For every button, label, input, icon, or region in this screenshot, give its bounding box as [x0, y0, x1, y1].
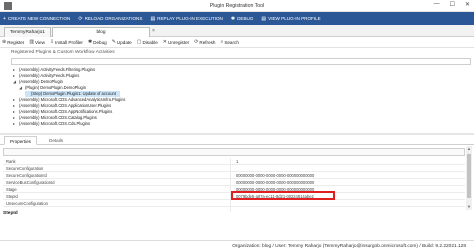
scroll-up-icon[interactable]: ▲: [466, 146, 472, 151]
window-title: Plugin Registration Tool: [209, 3, 265, 9]
maximize-icon[interactable]: ☐: [450, 1, 455, 8]
register-icon: ⊕: [2, 39, 7, 45]
refresh-icon: ⟳: [194, 39, 199, 45]
view-plugin-profile-button[interactable]: ▤ VIEW PLUG-IN PROFILE: [261, 16, 320, 22]
profile-icon: ▤: [261, 15, 267, 22]
bug-icon: ✱: [230, 15, 236, 22]
refresh-button[interactable]: ⟳ Refresh: [194, 39, 215, 45]
pane-splitter[interactable]: [0, 133, 474, 135]
property-row[interactable]: UnsecureConfiguration: [3, 200, 465, 207]
debug-button[interactable]: ✱ Debug: [88, 39, 107, 45]
create-new-connection-button[interactable]: + CREATE NEW CONNECTION: [3, 16, 70, 22]
scroll-thumb[interactable]: [467, 154, 471, 198]
command-bar: + CREATE NEW CONNECTION ⟳ RELOAD ORGANIZ…: [0, 12, 474, 25]
tree-filter-input[interactable]: [11, 58, 471, 65]
install-profiler-button[interactable]: ⇩ Install Profiler: [50, 39, 83, 45]
property-row[interactable]: Rank 1: [3, 158, 465, 165]
reload-organizations-button[interactable]: ⟳ RELOAD ORGANIZATIONS: [78, 16, 142, 22]
window-controls: — ☐ ✕: [434, 1, 470, 8]
update-button[interactable]: ✎ Update: [112, 39, 132, 45]
view-button[interactable]: ▥ View: [29, 39, 45, 45]
disable-button[interactable]: ▢ Disable: [137, 39, 158, 45]
collapse-icon[interactable]: ◢: [13, 79, 17, 85]
replay-plugin-execution-button[interactable]: ▤ REPLAY PLUG-IN EXECUTION: [150, 16, 222, 22]
refresh-icon: ⟳: [78, 15, 83, 22]
tab-properties[interactable]: Properties: [4, 136, 37, 145]
property-row[interactable]: SecureConfigurationId 00000000-0000-0000…: [3, 172, 465, 179]
tree-item[interactable]: ▸ (Assembly) Microsoft.CDS.Cds.Plugins: [13, 121, 90, 127]
unregister-button[interactable]: ✕ Unregister: [163, 39, 189, 45]
install-icon: ⇩: [49, 39, 55, 45]
property-row[interactable]: ServiceBusConfigurationId 00000000-0000-…: [3, 179, 465, 186]
collapse-icon[interactable]: ◢: [19, 85, 23, 91]
plugin-toolbar: ⊕ Register ▥ View ⇩ Install Profiler ✱ D…: [0, 37, 474, 48]
bug-icon: ✱: [87, 39, 93, 45]
tab-temmyraharjo1[interactable]: TemmyRaharjo1: [4, 27, 51, 37]
section-label: Registered Plugins & Custom Workflow Act…: [11, 50, 115, 55]
stepid-highlight-box: [231, 191, 335, 200]
expand-icon[interactable]: ▸: [13, 121, 17, 127]
close-tab-icon[interactable]: ×: [152, 28, 155, 34]
properties-scrollbar[interactable]: ▲ ▼: [466, 146, 472, 210]
plugin-tree: ▸ (Assembly) ActivityFeeds.Filtering.Plu…: [11, 67, 471, 132]
tab-blog[interactable]: blog: [52, 27, 150, 37]
status-bar: Organization: blog / User: Temmy Raharjo…: [0, 240, 474, 252]
plus-icon: +: [3, 15, 6, 22]
bottom-tabstrip: Properties Details: [0, 136, 474, 145]
property-description-title: StepId: [3, 211, 18, 216]
scroll-down-icon[interactable]: ▼: [466, 204, 472, 209]
close-window-icon[interactable]: ✕: [465, 1, 470, 8]
view-icon: ▥: [29, 39, 35, 45]
property-grid-toolbar: [3, 148, 465, 156]
minimize-icon[interactable]: —: [434, 1, 440, 8]
window-title-bar: Plugin Registration Tool — ☐ ✕: [0, 0, 474, 12]
property-column-divider: [230, 158, 231, 212]
property-row[interactable]: SecureConfiguration: [3, 165, 465, 172]
tab-details[interactable]: Details: [44, 136, 68, 145]
register-button[interactable]: ⊕ Register: [2, 39, 24, 45]
edit-icon: ✎: [111, 39, 116, 45]
replay-icon: ▤: [150, 15, 156, 22]
disable-icon: ▢: [136, 39, 142, 45]
debug-command-button[interactable]: ✱ DEBUG: [231, 16, 254, 22]
search-icon: ⌕: [220, 39, 224, 45]
search-button[interactable]: ⌕ Search: [221, 39, 239, 45]
unregister-icon: ✕: [162, 39, 167, 45]
status-text: Organization: blog / User: Temmy Raharjo…: [232, 244, 466, 249]
connection-tabstrip: TemmyRaharjo1 blog ×: [0, 25, 474, 37]
